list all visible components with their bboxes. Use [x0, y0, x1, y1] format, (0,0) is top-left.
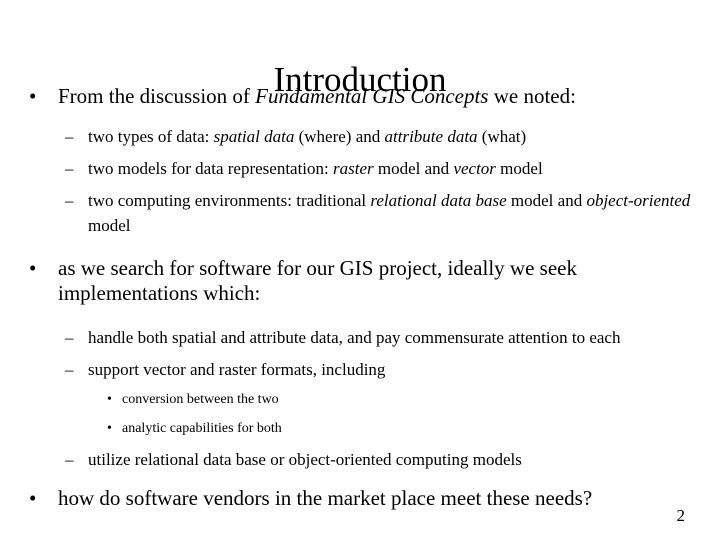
bullet-two-types-of-data-run-4: (what) [477, 126, 527, 146]
bullet-two-models-for-data-representation-run-1: raster [333, 158, 374, 178]
slide-body: • From the discussion of Fundamental GIS … [0, 84, 720, 511]
bullet-marker-level2-icon: – [65, 190, 74, 210]
bullet-marker-level2-icon: – [65, 359, 74, 379]
bullet-as-we-search-for-software: • as we search for software for our GIS p… [0, 256, 720, 307]
bullet-as-we-search-for-software-run-0: as we search for software for our GIS pr… [58, 255, 577, 306]
slide-number: 2 [676, 506, 686, 525]
bullet-marker-level1-icon: • [29, 255, 37, 280]
bullet-two-types-of-data-run-2: (where) and [294, 126, 385, 146]
bullet-two-types-of-data: – two types of data: spatial data (where)… [0, 124, 720, 149]
bullet-marker-level2-icon: – [65, 327, 74, 347]
bullet-two-models-for-data-representation-run-2: model and [373, 158, 454, 178]
bullet-marker-level2-icon: – [65, 158, 74, 178]
bullet-marker-level2-icon: – [65, 126, 74, 146]
bullet-analytic-capabilities-for-both-run-0: analytic capabilities for both [122, 420, 282, 436]
bullet-utilize-relational-data-base-run-0: utilize relational data base or object-o… [88, 449, 522, 469]
bullet-two-models-for-data-representation-run-3: vector [453, 158, 496, 178]
bullet-analytic-capabilities-for-both: • analytic capabilities for both [0, 418, 720, 440]
bullet-two-computing-environments-run-1: relational data base [370, 190, 507, 210]
bullet-two-computing-environments-run-0: two computing environments: traditional [88, 190, 371, 210]
bullet-marker-level3-icon: • [107, 391, 112, 407]
bullet-marker-level1-icon: • [29, 84, 37, 108]
bullet-handle-both-spatial-and-attribute-data: – handle both spatial and attribute data,… [0, 325, 720, 350]
bullet-two-computing-environments-run-3: object-oriented [586, 190, 691, 210]
bullet-marker-level3-icon: • [107, 420, 112, 436]
bullet-two-types-of-data-run-0: two types of data: [88, 126, 214, 146]
bullet-two-computing-environments-run-4: model [88, 215, 131, 235]
bullet-from-the-discussion-run-0: From the discussion of [58, 84, 256, 108]
bullet-two-models-for-data-representation-run-0: two models for data representation: [88, 158, 334, 178]
bullet-handle-both-spatial-and-attribute-data-run-0: handle both spatial and attribute data, … [88, 327, 621, 347]
bullet-two-computing-environments: – two computing environments: traditional… [0, 188, 720, 238]
slide: Introduction • From the discussion of Fun… [0, 0, 720, 540]
bullet-from-the-discussion-run-1: Fundamental GIS Concepts [255, 84, 489, 108]
bullet-two-types-of-data-run-3: attribute data [384, 126, 478, 146]
bullet-from-the-discussion: • From the discussion of Fundamental GIS … [0, 84, 720, 110]
bullet-conversion-between-the-two-run-0: conversion between the two [122, 391, 279, 407]
bullet-marker-level1-icon: • [29, 485, 37, 510]
bullet-support-vector-and-raster-formats-run-0: support vector and raster formats, inclu… [88, 359, 386, 379]
bullet-how-do-software-vendors: • how do software vendors in the market p… [0, 486, 720, 512]
bullet-two-types-of-data-run-1: spatial data [213, 126, 295, 146]
bullet-two-models-for-data-representation-run-4: model [495, 158, 543, 178]
bullet-utilize-relational-data-base: – utilize relational data base or object-… [0, 447, 720, 472]
bullet-support-vector-and-raster-formats: – support vector and raster formats, incl… [0, 357, 720, 382]
bullet-marker-level2-icon: – [65, 449, 74, 469]
bullet-conversion-between-the-two: • conversion between the two [0, 389, 720, 411]
bullet-two-models-for-data-representation: – two models for data representation: ras… [0, 156, 720, 181]
bullet-two-computing-environments-run-2: model and [506, 190, 587, 210]
bullet-how-do-software-vendors-run-0: how do software vendors in the market pl… [58, 485, 593, 510]
bullet-from-the-discussion-run-2: we noted: [488, 84, 576, 108]
